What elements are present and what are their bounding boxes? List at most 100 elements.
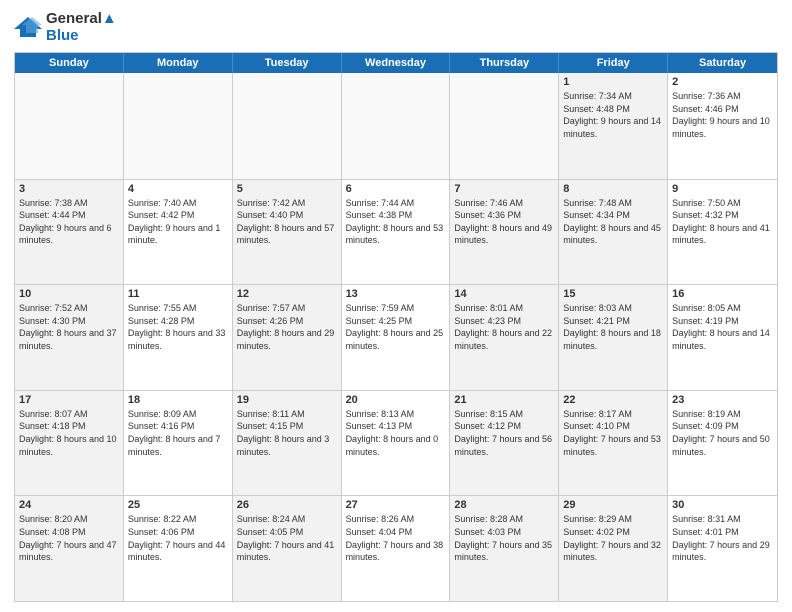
day-info: Sunrise: 8:26 AM Sunset: 4:04 PM Dayligh… xyxy=(346,513,446,563)
day-info: Sunrise: 7:59 AM Sunset: 4:25 PM Dayligh… xyxy=(346,302,446,352)
day-info: Sunrise: 7:55 AM Sunset: 4:28 PM Dayligh… xyxy=(128,302,228,352)
logo-icon xyxy=(14,15,42,39)
calendar-row-5: 24 Sunrise: 8:20 AM Sunset: 4:08 PM Dayli… xyxy=(15,495,777,601)
day-info: Sunrise: 8:03 AM Sunset: 4:21 PM Dayligh… xyxy=(563,302,663,352)
day-number: 24 xyxy=(19,499,119,511)
calendar-row-1: 1 Sunrise: 7:34 AM Sunset: 4:48 PM Daylig… xyxy=(15,73,777,179)
day-number: 1 xyxy=(563,76,663,88)
calendar-cell xyxy=(450,73,559,179)
day-info: Sunrise: 8:20 AM Sunset: 4:08 PM Dayligh… xyxy=(19,513,119,563)
calendar-cell: 19Sunrise: 8:11 AM Sunset: 4:15 PM Dayli… xyxy=(233,391,342,496)
day-info: Sunrise: 8:15 AM Sunset: 4:12 PM Dayligh… xyxy=(454,408,554,458)
calendar-cell: 5 Sunrise: 7:42 AM Sunset: 4:40 PM Daylig… xyxy=(233,180,342,285)
day-number: 5 xyxy=(237,183,337,195)
day-number: 25 xyxy=(128,499,228,511)
day-info: Sunrise: 7:57 AM Sunset: 4:26 PM Dayligh… xyxy=(237,302,337,352)
day-number: 22 xyxy=(563,394,663,406)
header-day-monday: Monday xyxy=(124,53,233,73)
day-info: Sunrise: 7:40 AM Sunset: 4:42 PM Dayligh… xyxy=(128,197,228,247)
calendar-row-3: 10 Sunrise: 7:52 AM Sunset: 4:30 PM Dayli… xyxy=(15,284,777,390)
day-info: Sunrise: 7:34 AM Sunset: 4:48 PM Dayligh… xyxy=(563,90,663,140)
day-info: Sunrise: 7:52 AM Sunset: 4:30 PM Dayligh… xyxy=(19,302,119,352)
calendar-cell: 24 Sunrise: 8:20 AM Sunset: 4:08 PM Dayli… xyxy=(15,496,124,601)
calendar-cell: 21 Sunrise: 8:15 AM Sunset: 4:12 PM Dayli… xyxy=(450,391,559,496)
calendar-cell: 7Sunrise: 7:46 AM Sunset: 4:36 PM Daylig… xyxy=(450,180,559,285)
day-info: Sunrise: 7:46 AM Sunset: 4:36 PM Dayligh… xyxy=(454,197,554,247)
day-info: Sunrise: 8:09 AM Sunset: 4:16 PM Dayligh… xyxy=(128,408,228,458)
calendar-cell: 20Sunrise: 8:13 AM Sunset: 4:13 PM Dayli… xyxy=(342,391,451,496)
day-number: 4 xyxy=(128,183,228,195)
day-number: 11 xyxy=(128,288,228,300)
calendar-cell: 30 Sunrise: 8:31 AM Sunset: 4:01 PM Dayli… xyxy=(668,496,777,601)
day-info: Sunrise: 7:36 AM Sunset: 4:46 PM Dayligh… xyxy=(672,90,773,140)
calendar-header: SundayMondayTuesdayWednesdayThursdayFrid… xyxy=(15,53,777,73)
calendar-cell: 22 Sunrise: 8:17 AM Sunset: 4:10 PM Dayli… xyxy=(559,391,668,496)
day-number: 14 xyxy=(454,288,554,300)
day-info: Sunrise: 8:22 AM Sunset: 4:06 PM Dayligh… xyxy=(128,513,228,563)
header-day-friday: Friday xyxy=(559,53,668,73)
day-number: 13 xyxy=(346,288,446,300)
calendar-cell: 14 Sunrise: 8:01 AM Sunset: 4:23 PM Dayli… xyxy=(450,285,559,390)
calendar-cell: 18 Sunrise: 8:09 AM Sunset: 4:16 PM Dayli… xyxy=(124,391,233,496)
calendar: SundayMondayTuesdayWednesdayThursdayFrid… xyxy=(14,52,778,602)
day-number: 23 xyxy=(672,394,773,406)
calendar-cell: 26 Sunrise: 8:24 AM Sunset: 4:05 PM Dayli… xyxy=(233,496,342,601)
day-info: Sunrise: 8:13 AM Sunset: 4:13 PM Dayligh… xyxy=(346,408,446,458)
day-number: 8 xyxy=(563,183,663,195)
day-info: Sunrise: 8:01 AM Sunset: 4:23 PM Dayligh… xyxy=(454,302,554,352)
day-number: 28 xyxy=(454,499,554,511)
calendar-row-2: 3 Sunrise: 7:38 AM Sunset: 4:44 PM Daylig… xyxy=(15,179,777,285)
calendar-row-4: 17Sunrise: 8:07 AM Sunset: 4:18 PM Dayli… xyxy=(15,390,777,496)
calendar-cell: 2 Sunrise: 7:36 AM Sunset: 4:46 PM Daylig… xyxy=(668,73,777,179)
calendar-cell: 17Sunrise: 8:07 AM Sunset: 4:18 PM Dayli… xyxy=(15,391,124,496)
header-day-thursday: Thursday xyxy=(450,53,559,73)
calendar-cell: 4 Sunrise: 7:40 AM Sunset: 4:42 PM Daylig… xyxy=(124,180,233,285)
calendar-cell: 23 Sunrise: 8:19 AM Sunset: 4:09 PM Dayli… xyxy=(668,391,777,496)
day-number: 21 xyxy=(454,394,554,406)
calendar-cell xyxy=(233,73,342,179)
day-info: Sunrise: 8:28 AM Sunset: 4:03 PM Dayligh… xyxy=(454,513,554,563)
day-info: Sunrise: 7:50 AM Sunset: 4:32 PM Dayligh… xyxy=(672,197,773,247)
header-day-sunday: Sunday xyxy=(15,53,124,73)
day-info: Sunrise: 8:05 AM Sunset: 4:19 PM Dayligh… xyxy=(672,302,773,352)
day-info: Sunrise: 7:38 AM Sunset: 4:44 PM Dayligh… xyxy=(19,197,119,247)
calendar-cell xyxy=(15,73,124,179)
day-number: 3 xyxy=(19,183,119,195)
calendar-cell: 6Sunrise: 7:44 AM Sunset: 4:38 PM Daylig… xyxy=(342,180,451,285)
day-info: Sunrise: 8:17 AM Sunset: 4:10 PM Dayligh… xyxy=(563,408,663,458)
calendar-cell: 16 Sunrise: 8:05 AM Sunset: 4:19 PM Dayli… xyxy=(668,285,777,390)
calendar-cell: 27 Sunrise: 8:26 AM Sunset: 4:04 PM Dayli… xyxy=(342,496,451,601)
day-number: 18 xyxy=(128,394,228,406)
day-number: 9 xyxy=(672,183,773,195)
calendar-cell: 9 Sunrise: 7:50 AM Sunset: 4:32 PM Daylig… xyxy=(668,180,777,285)
calendar-cell: 12Sunrise: 7:57 AM Sunset: 4:26 PM Dayli… xyxy=(233,285,342,390)
day-number: 16 xyxy=(672,288,773,300)
day-info: Sunrise: 8:29 AM Sunset: 4:02 PM Dayligh… xyxy=(563,513,663,563)
day-number: 15 xyxy=(563,288,663,300)
day-info: Sunrise: 8:24 AM Sunset: 4:05 PM Dayligh… xyxy=(237,513,337,563)
day-number: 30 xyxy=(672,499,773,511)
day-number: 27 xyxy=(346,499,446,511)
day-info: Sunrise: 7:42 AM Sunset: 4:40 PM Dayligh… xyxy=(237,197,337,247)
day-info: Sunrise: 8:31 AM Sunset: 4:01 PM Dayligh… xyxy=(672,513,773,563)
page: General▲ Blue SundayMondayTuesdayWednesd… xyxy=(0,0,792,612)
calendar-cell: 1 Sunrise: 7:34 AM Sunset: 4:48 PM Daylig… xyxy=(559,73,668,179)
day-info: Sunrise: 7:48 AM Sunset: 4:34 PM Dayligh… xyxy=(563,197,663,247)
day-number: 2 xyxy=(672,76,773,88)
calendar-cell: 11 Sunrise: 7:55 AM Sunset: 4:28 PM Dayli… xyxy=(124,285,233,390)
calendar-cell xyxy=(124,73,233,179)
day-number: 17 xyxy=(19,394,119,406)
calendar-body: 1 Sunrise: 7:34 AM Sunset: 4:48 PM Daylig… xyxy=(15,73,777,601)
header-day-tuesday: Tuesday xyxy=(233,53,342,73)
header-day-saturday: Saturday xyxy=(668,53,777,73)
calendar-cell: 10 Sunrise: 7:52 AM Sunset: 4:30 PM Dayli… xyxy=(15,285,124,390)
calendar-cell: 29Sunrise: 8:29 AM Sunset: 4:02 PM Dayli… xyxy=(559,496,668,601)
calendar-cell: 3 Sunrise: 7:38 AM Sunset: 4:44 PM Daylig… xyxy=(15,180,124,285)
calendar-cell: 15 Sunrise: 8:03 AM Sunset: 4:21 PM Dayli… xyxy=(559,285,668,390)
day-info: Sunrise: 8:19 AM Sunset: 4:09 PM Dayligh… xyxy=(672,408,773,458)
calendar-cell: 25 Sunrise: 8:22 AM Sunset: 4:06 PM Dayli… xyxy=(124,496,233,601)
day-number: 26 xyxy=(237,499,337,511)
day-number: 10 xyxy=(19,288,119,300)
calendar-cell: 13 Sunrise: 7:59 AM Sunset: 4:25 PM Dayli… xyxy=(342,285,451,390)
logo-text: General▲ Blue xyxy=(46,10,117,44)
